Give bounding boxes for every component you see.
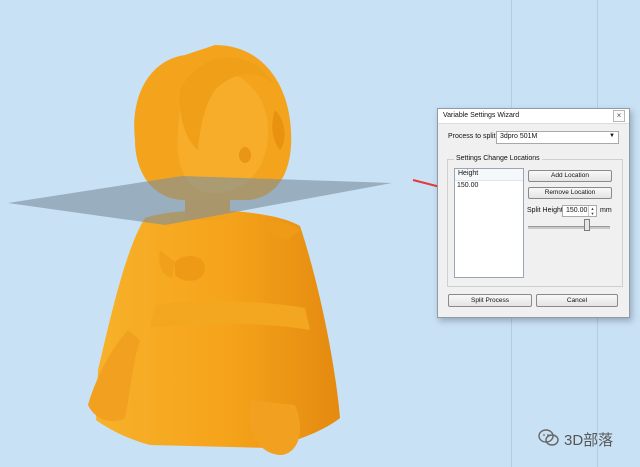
split-plane xyxy=(8,176,392,225)
variable-settings-wizard-dialog: Variable Settings Wizard × Process to sp… xyxy=(437,108,630,318)
list-item[interactable]: 150.00 xyxy=(455,181,523,191)
split-height-unit: mm xyxy=(600,207,612,214)
split-height-slider-track[interactable] xyxy=(528,226,610,229)
cancel-button[interactable]: Cancel xyxy=(536,294,618,307)
3d-viewport[interactable]: Variable Settings Wizard × Process to sp… xyxy=(0,0,640,467)
split-height-label: Split Height xyxy=(527,207,563,214)
list-item-label: 150.00 xyxy=(457,182,479,189)
list-header-label: Height xyxy=(458,170,479,177)
spin-arrows[interactable]: ▲ ▼ xyxy=(588,206,596,216)
watermark-text: 3D部落 xyxy=(564,432,614,449)
figurine-model xyxy=(88,45,340,455)
split-height-value: 150.00 xyxy=(566,207,588,214)
split-height-slider-thumb[interactable] xyxy=(584,219,591,231)
process-select[interactable]: 3dpro 501M ▼ xyxy=(496,131,619,144)
close-icon[interactable]: × xyxy=(613,110,625,122)
watermark: 3D部落 xyxy=(538,427,632,449)
list-column-header[interactable]: Height xyxy=(455,169,523,181)
split-process-button[interactable]: Split Process xyxy=(448,294,532,307)
dropdown-arrow-icon: ▼ xyxy=(609,133,615,139)
locations-list[interactable]: Height 150.00 xyxy=(454,168,524,278)
add-location-button[interactable]: Add Location xyxy=(528,170,612,182)
group-title: Settings Change Locations xyxy=(454,155,542,162)
dialog-titlebar[interactable]: Variable Settings Wizard × xyxy=(438,109,629,124)
dialog-title: Variable Settings Wizard xyxy=(443,112,520,119)
process-select-value: 3dpro 501M xyxy=(500,133,538,140)
split-height-stepper[interactable]: 150.00 ▲ ▼ xyxy=(562,205,597,217)
process-to-split-label: Process to split xyxy=(448,133,496,140)
remove-location-button[interactable]: Remove Location xyxy=(528,187,612,199)
wechat-icon xyxy=(538,429,559,446)
spin-down-icon[interactable]: ▼ xyxy=(589,211,596,216)
